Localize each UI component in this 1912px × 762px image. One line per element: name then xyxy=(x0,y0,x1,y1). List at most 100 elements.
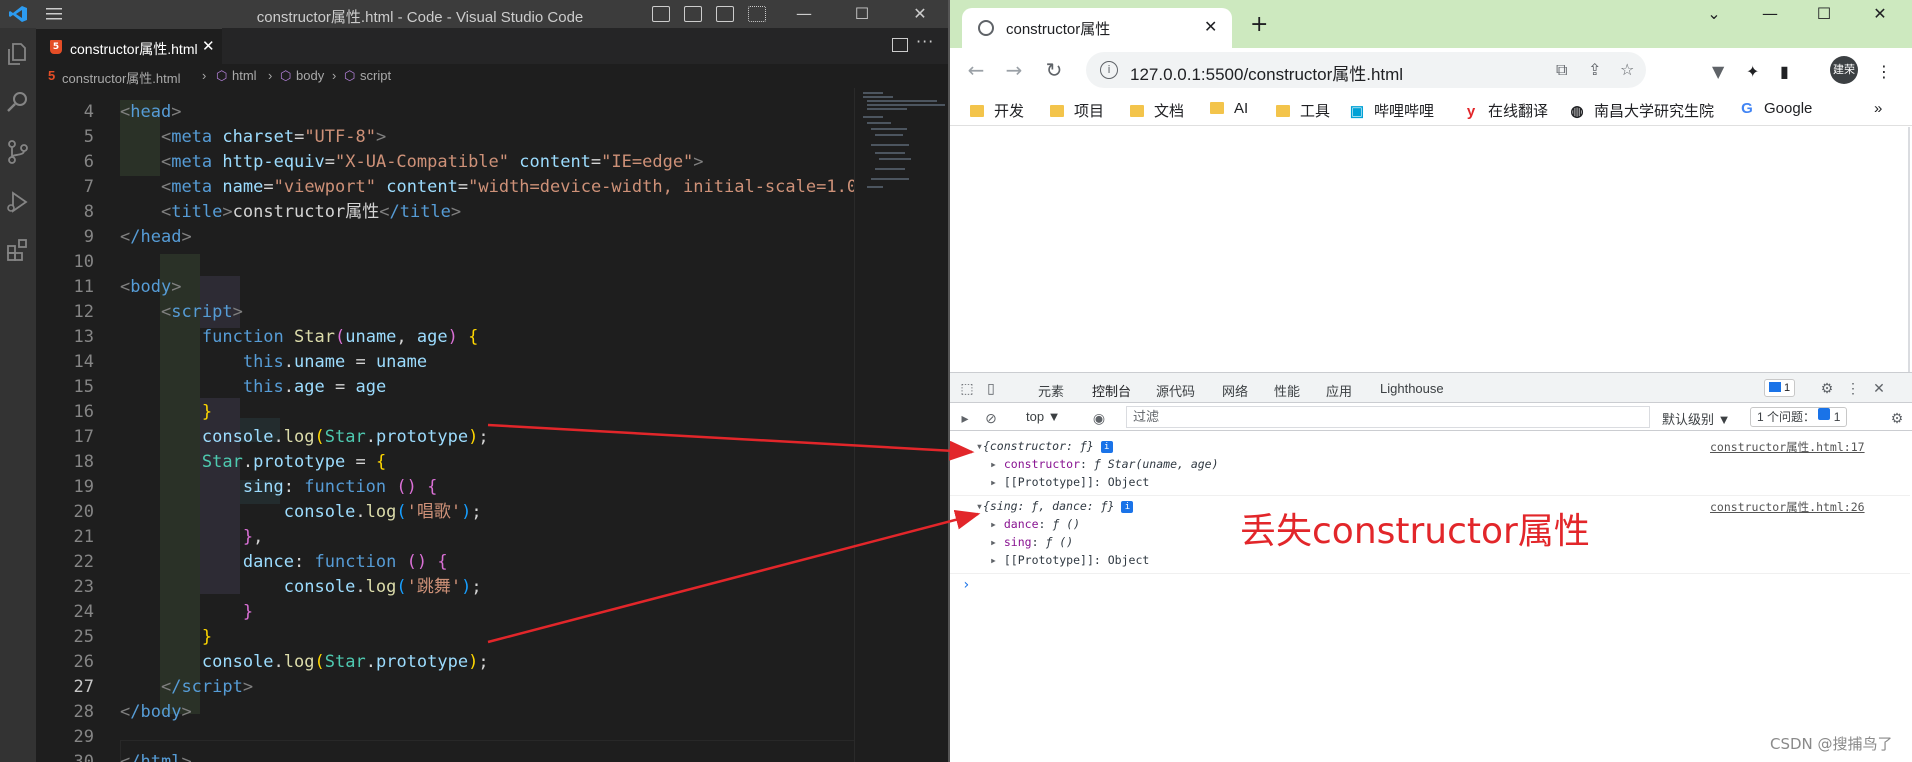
issues-badge[interactable]: 1 xyxy=(1764,379,1796,397)
address-bar[interactable]: i 127.0.0.1:5500/constructor属性.html ⧉ ⇪ … xyxy=(1086,52,1646,88)
log-levels-dropdown[interactable]: 默认级别 ▼ xyxy=(1662,409,1730,428)
bookmarks-overflow[interactable]: » xyxy=(1874,100,1882,117)
more-actions-icon[interactable]: ··· xyxy=(916,32,934,51)
tab-close-icon[interactable]: ✕ xyxy=(202,37,215,55)
devtools-tab-application[interactable]: 应用 xyxy=(1326,381,1352,400)
new-tab-button[interactable]: + xyxy=(1250,12,1268,37)
bookmark-ncu[interactable]: ◍ 南昌大学研究生院 xyxy=(1568,100,1714,121)
live-expression-eye-icon[interactable]: ◉ xyxy=(1090,409,1108,427)
back-icon[interactable]: ← xyxy=(962,56,990,84)
editor-tab[interactable]: 5 constructor属性.html ✕ xyxy=(36,28,222,64)
explorer-icon[interactable] xyxy=(4,40,32,68)
close-devtools-icon[interactable]: ✕ xyxy=(1870,379,1888,397)
url-text[interactable]: 127.0.0.1:5500/constructor属性.html xyxy=(1130,60,1403,85)
breadcrumb-html[interactable]: html xyxy=(232,68,257,83)
code-line-15: this.age = age xyxy=(242,377,387,397)
breadcrumb-body[interactable]: body xyxy=(296,68,324,83)
console-entry-summary[interactable]: ▾{sing: ƒ, dance: ƒ} i xyxy=(976,499,1134,513)
toggle-secondary-sidebar-icon[interactable] xyxy=(716,6,734,22)
vue-devtools-icon[interactable]: ▼ xyxy=(1712,62,1724,81)
code-line-11: <body> xyxy=(120,277,182,297)
devtools-tab-sources[interactable]: 源代码 xyxy=(1156,381,1195,400)
reload-icon[interactable]: ↻ xyxy=(1040,56,1068,84)
site-info-icon[interactable]: i xyxy=(1100,61,1118,79)
code-line-25: } xyxy=(201,627,213,647)
console-property-row[interactable]: ▸ [[Prototype]]: Object xyxy=(990,475,1149,489)
profile-avatar[interactable]: 建荣 xyxy=(1830,56,1858,84)
breadcrumb-file[interactable]: constructor属性.html xyxy=(62,68,180,87)
context-selector[interactable]: top ▼ xyxy=(1026,409,1061,424)
split-editor-icon[interactable] xyxy=(892,38,908,52)
chevron-right-icon: › xyxy=(268,68,273,83)
bookmark-folder[interactable]: AI xyxy=(1210,100,1248,117)
minimap[interactable] xyxy=(854,88,948,762)
sidebar-toggle-icon[interactable]: ▸ xyxy=(956,409,974,427)
console-filter-input[interactable]: 过滤 xyxy=(1126,406,1650,428)
device-toolbar-icon[interactable]: ▯ xyxy=(982,379,1000,397)
inspect-element-icon[interactable]: ⬚ xyxy=(958,379,976,397)
devtools-tab-lighthouse[interactable]: Lighthouse xyxy=(1380,381,1444,396)
tab-search-button[interactable]: ⌄ xyxy=(1694,4,1734,23)
more-options-icon[interactable]: ⋮ xyxy=(1844,379,1862,397)
maximize-button[interactable]: ☐ xyxy=(1804,4,1844,23)
bookmark-star-icon[interactable]: ☆ xyxy=(1620,60,1634,79)
search-icon[interactable] xyxy=(4,88,32,116)
console-property-row[interactable]: ▸ constructor: ƒ Star(uname, age) xyxy=(990,457,1219,471)
bookmark-folder[interactable]: 文档 xyxy=(1130,100,1184,121)
devtools-tab-performance[interactable]: 性能 xyxy=(1274,381,1300,400)
forward-icon[interactable]: → xyxy=(1000,56,1028,84)
close-button[interactable]: ✕ xyxy=(1860,4,1900,23)
browser-menu-icon[interactable]: ⋮ xyxy=(1876,62,1892,81)
console-property-row[interactable]: ▸ sing: ƒ () xyxy=(990,535,1073,549)
console-prompt[interactable]: › xyxy=(962,577,970,593)
html5-file-icon: 5 xyxy=(50,40,62,54)
code-line-19: sing: function () { xyxy=(242,477,438,497)
bookmark-translate[interactable]: y 在线翻译 xyxy=(1462,100,1548,121)
bookmark-folder[interactable]: 项目 xyxy=(1050,100,1104,121)
translate-icon[interactable]: ⧉ xyxy=(1556,60,1567,80)
bookmark-folder[interactable]: 开发 xyxy=(970,100,1024,121)
run-debug-icon[interactable] xyxy=(4,188,32,216)
minimize-button[interactable]: — xyxy=(1750,4,1790,23)
google-icon: G xyxy=(1741,100,1753,117)
console-settings-icon[interactable]: ⚙ xyxy=(1888,409,1906,427)
customize-layout-icon[interactable] xyxy=(748,6,766,22)
browser-tab-strip: constructor属性 ✕ + ⌄ — ☐ ✕ xyxy=(950,0,1912,48)
bookmark-folder[interactable]: 工具 xyxy=(1276,100,1330,121)
console-source-link[interactable]: constructor属性.html:17 xyxy=(1710,439,1865,455)
extensions-icon[interactable]: ✦ xyxy=(1746,62,1759,81)
console-output[interactable]: ▾{constructor: ƒ} i constructor属性.html:1… xyxy=(950,431,1912,762)
browser-window: constructor属性 ✕ + ⌄ — ☐ ✕ ← → ↻ i 127.0.… xyxy=(948,0,1912,762)
minimize-button[interactable]: — xyxy=(784,2,824,26)
devtools-tab-elements[interactable]: 元素 xyxy=(1038,381,1064,400)
clear-console-icon[interactable]: ⊘ xyxy=(982,409,1000,427)
breadcrumb-script[interactable]: script xyxy=(360,68,391,83)
console-toolbar: ▸ ⊘ top ▼ ◉ 过滤 默认级别 ▼ 1 个问题： 1 ⚙ xyxy=(950,403,1912,431)
code-line-12: <script> xyxy=(160,302,243,322)
page-viewport[interactable] xyxy=(950,127,1912,372)
page-scrollbar[interactable] xyxy=(1908,127,1910,372)
bookmark-google[interactable]: G Google xyxy=(1738,100,1812,117)
code-editor[interactable]: 4 5 6 7 8 9 10 11 12 13 14 15 16 17 18 19 20 21 22 23 24 25 26… xyxy=(36,88,948,762)
toggle-panel-icon[interactable] xyxy=(684,6,702,22)
maximize-button[interactable]: ☐ xyxy=(842,2,882,26)
code-line-22: dance: function () { xyxy=(242,552,448,572)
extensions-icon[interactable] xyxy=(4,236,32,264)
bookmark-bilibili[interactable]: ▣ 哔哩哔哩 xyxy=(1348,100,1434,121)
settings-gear-icon[interactable]: ⚙ xyxy=(1818,379,1836,397)
source-control-icon[interactable] xyxy=(4,138,32,166)
browser-tab[interactable]: constructor属性 ✕ xyxy=(962,8,1232,48)
code-line-30: </html> xyxy=(120,752,192,762)
share-icon[interactable]: ⇪ xyxy=(1588,60,1601,79)
hamburger-menu-icon[interactable] xyxy=(44,6,64,22)
console-property-row[interactable]: ▸ dance: ƒ () xyxy=(990,517,1080,531)
toggle-sidebar-icon[interactable] xyxy=(652,6,670,22)
console-entry-summary[interactable]: ▾{constructor: ƒ} i xyxy=(976,439,1113,453)
side-panel-icon[interactable]: ▮ xyxy=(1780,62,1789,81)
close-button[interactable]: ✕ xyxy=(900,2,940,26)
console-source-link[interactable]: constructor属性.html:26 xyxy=(1710,499,1865,515)
tab-close-icon[interactable]: ✕ xyxy=(1204,17,1217,36)
devtools-tab-network[interactable]: 网络 xyxy=(1222,381,1248,400)
console-property-row[interactable]: ▸ [[Prototype]]: Object xyxy=(990,553,1149,567)
issues-counter[interactable]: 1 个问题： 1 xyxy=(1750,407,1848,427)
